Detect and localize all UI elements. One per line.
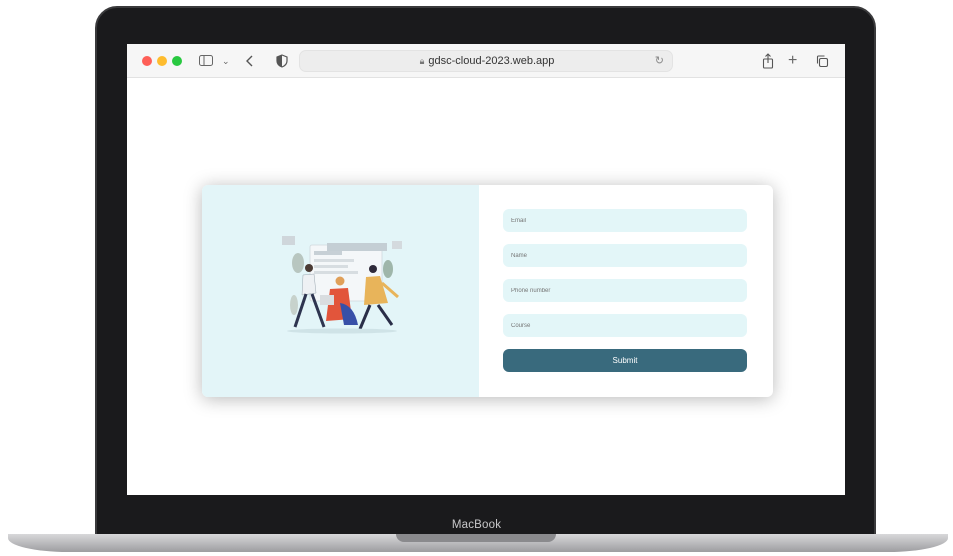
- laptop-notch: [396, 534, 556, 542]
- sidebar-icon[interactable]: [199, 52, 213, 70]
- lock-icon: 🔒︎: [419, 56, 425, 66]
- browser-toolbar: ⌄ 🔒︎ gdsc-cloud-2023.web.app ↻ +: [127, 44, 845, 78]
- illustration-panel: [202, 185, 479, 397]
- shield-icon[interactable]: [276, 52, 288, 70]
- reload-icon[interactable]: ↻: [655, 54, 664, 67]
- form-panel: Submit: [479, 185, 773, 397]
- back-icon[interactable]: [245, 52, 255, 70]
- close-window-button[interactable]: [142, 56, 152, 66]
- course-field[interactable]: [503, 314, 747, 337]
- laptop-mockup: MacBook ⌄ 🔒︎ gdsc-cloud-2023.web.app ↻ +…: [0, 0, 953, 556]
- plus-icon[interactable]: +: [788, 52, 797, 70]
- laptop-brand-label: MacBook: [451, 519, 502, 531]
- submit-button[interactable]: Submit: [503, 349, 747, 372]
- team-illustration: [282, 236, 402, 334]
- chevron-down-icon[interactable]: ⌄: [222, 52, 230, 70]
- registration-card: Submit: [202, 185, 773, 397]
- phone-number-field[interactable]: [503, 279, 747, 302]
- url-text: gdsc-cloud-2023.web.app: [428, 55, 555, 67]
- zoom-window-button[interactable]: [172, 56, 182, 66]
- tabs-overview-icon[interactable]: [816, 52, 829, 70]
- share-icon[interactable]: [762, 52, 774, 70]
- minimize-window-button[interactable]: [157, 56, 167, 66]
- browser-window: ⌄ 🔒︎ gdsc-cloud-2023.web.app ↻ + Email N…: [127, 44, 845, 495]
- name-field[interactable]: [503, 244, 747, 267]
- address-bar[interactable]: 🔒︎ gdsc-cloud-2023.web.app ↻: [299, 50, 673, 72]
- email-field[interactable]: [503, 209, 747, 232]
